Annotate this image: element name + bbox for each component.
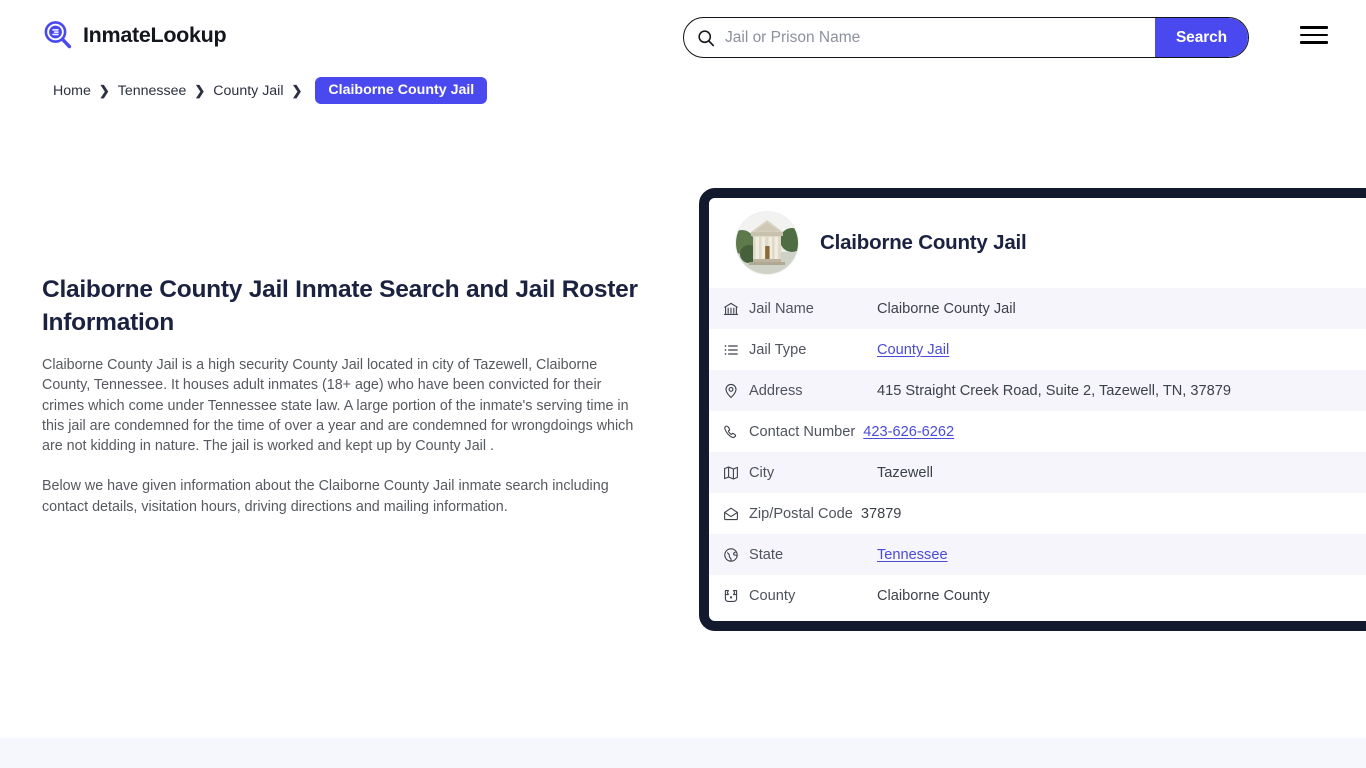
row-label: City: [749, 464, 775, 481]
badge-icon: [723, 588, 749, 604]
magnifier-logo-icon: [42, 19, 74, 51]
row-value: Tazewell: [877, 464, 933, 481]
jail-details-table: Jail Name Claiborne County Jail Jail Typ…: [709, 288, 1366, 616]
table-row: State Tennessee: [709, 534, 1366, 575]
search-button[interactable]: Search: [1155, 18, 1248, 57]
table-row: Contact Number 423-626-6262: [709, 411, 1366, 452]
table-row: Address 415 Straight Creek Road, Suite 2…: [709, 370, 1366, 411]
search-icon: [684, 29, 715, 47]
intro-paragraph-2: Below we have given information about th…: [42, 478, 609, 515]
row-value: Claiborne County Jail: [877, 300, 1016, 317]
chevron-right-icon: ❯: [98, 83, 110, 98]
page-title: Claiborne County Jail Inmate Search and …: [42, 276, 638, 336]
row-value-link[interactable]: 423-626-6262: [863, 424, 954, 440]
page-root: InmateLookup Search Home ❯ Tennessee ❯ C…: [0, 0, 1366, 768]
map-pin-icon: [723, 383, 749, 399]
search-input[interactable]: [715, 18, 1155, 57]
row-label: Zip/Postal Code: [749, 505, 853, 522]
row-value-link[interactable]: County Jail: [877, 342, 949, 358]
bank-icon: [723, 301, 749, 317]
card-title: Claiborne County Jail: [820, 231, 1027, 254]
brand-name: InmateLookup: [83, 22, 227, 47]
table-row: Zip/Postal Code 37879: [709, 493, 1366, 534]
hamburger-bar-2: [1300, 33, 1328, 37]
table-row: County Claiborne County: [709, 575, 1366, 616]
chevron-right-icon: ❯: [291, 83, 303, 98]
breadcrumb-current: Claiborne County Jail: [315, 77, 488, 104]
courthouse-photo: [736, 212, 798, 274]
breadcrumb-item-home[interactable]: Home: [53, 83, 91, 99]
list-icon: [723, 342, 749, 358]
row-label: County: [749, 587, 796, 604]
row-label: Jail Type: [749, 341, 807, 358]
site-header: InmateLookup Search: [0, 0, 1366, 74]
row-label: Address: [749, 382, 803, 399]
table-row: Jail Type County Jail: [709, 329, 1366, 370]
table-row: City Tazewell: [709, 452, 1366, 493]
intro-paragraph-1: Claiborne County Jail is a high security…: [42, 357, 634, 455]
brand-logo-link[interactable]: InmateLookup: [42, 19, 227, 51]
card-header: Claiborne County Jail: [709, 198, 1366, 288]
row-label: Contact Number: [749, 423, 856, 440]
intro-section: Claiborne County Jail Inmate Search and …: [42, 274, 642, 517]
row-value: 415 Straight Creek Road, Suite 2, Tazewe…: [877, 382, 1231, 399]
map-icon: [723, 465, 749, 481]
search-bar[interactable]: Search: [683, 17, 1249, 58]
envelope-open-icon: [723, 506, 749, 522]
jail-info-card: Claiborne County Jail Jail Name Claiborn…: [699, 188, 1366, 631]
row-value: Claiborne County: [877, 587, 990, 604]
breadcrumb: Home ❯ Tennessee ❯ County Jail ❯ Claibor…: [53, 77, 488, 104]
row-label: State: [749, 546, 784, 563]
hamburger-menu-icon[interactable]: [1300, 24, 1328, 46]
chevron-right-icon: ❯: [194, 83, 206, 98]
hamburger-bar-1: [1300, 26, 1328, 29]
globe-icon: [723, 547, 749, 563]
phone-icon: [723, 424, 749, 440]
row-value-link[interactable]: Tennessee: [877, 547, 948, 563]
footer-band: [0, 738, 1366, 768]
hamburger-bar-3: [1300, 41, 1328, 44]
breadcrumb-item-county-jail[interactable]: County Jail: [213, 83, 283, 99]
table-row: Jail Name Claiborne County Jail: [709, 288, 1366, 329]
row-value: 37879: [860, 505, 902, 522]
row-label: Jail Name: [749, 300, 814, 317]
breadcrumb-item-tennessee[interactable]: Tennessee: [118, 83, 187, 99]
